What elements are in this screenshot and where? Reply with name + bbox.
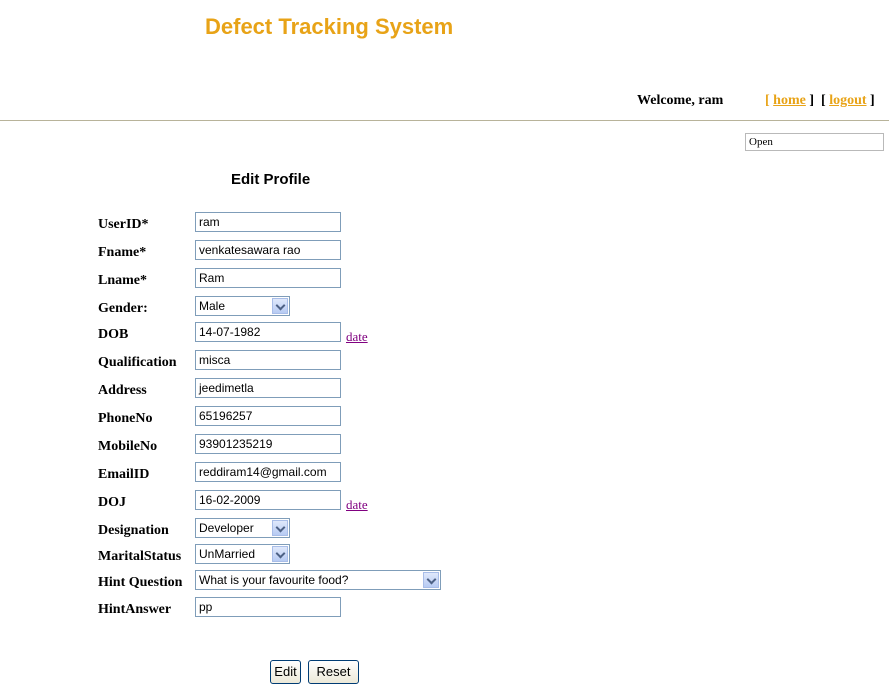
home-link[interactable]: home bbox=[773, 93, 806, 108]
address-input[interactable]: jeedimetla bbox=[195, 378, 341, 398]
form-row-qualification: Qualification misca bbox=[0, 350, 895, 374]
mobile-label: MobileNo bbox=[98, 439, 158, 454]
form-row-mobile: MobileNo 93901235219 bbox=[0, 434, 895, 458]
welcome-text: Welcome, ram bbox=[637, 93, 724, 108]
welcome-bar: Welcome, ram [ home ] [ logout ] bbox=[0, 92, 889, 112]
chevron-down-icon[interactable] bbox=[272, 546, 288, 562]
email-label: EmailID bbox=[98, 467, 150, 482]
dob-label: DOB bbox=[98, 327, 129, 342]
bracket-open: [ bbox=[765, 93, 770, 108]
form-row-hint-question: Hint Question What is your favourite foo… bbox=[0, 570, 895, 594]
doj-label: DOJ bbox=[98, 495, 126, 510]
designation-select[interactable]: Developer bbox=[195, 518, 290, 538]
fname-input[interactable]: venkatesawara rao bbox=[195, 240, 341, 260]
page-title: Edit Profile bbox=[231, 171, 311, 188]
gender-select[interactable]: Male bbox=[195, 296, 290, 316]
form-row-hint-answer: HintAnswer pp bbox=[0, 597, 895, 621]
doj-input[interactable]: 16-02-2009 bbox=[195, 490, 341, 510]
app-title: Defect Tracking System bbox=[205, 14, 454, 39]
bracket-close: ] bbox=[809, 93, 815, 108]
logout-link[interactable]: logout bbox=[829, 93, 866, 108]
marital-select[interactable]: UnMarried bbox=[195, 544, 290, 564]
form-row-dob: DOB 14-07-1982 date bbox=[0, 322, 895, 346]
gender-label: Gender: bbox=[98, 301, 148, 316]
hint-answer-label: HintAnswer bbox=[98, 602, 172, 617]
hint-question-select[interactable]: What is your favourite food? bbox=[195, 570, 441, 590]
form-row-gender: Gender: Male bbox=[0, 296, 895, 320]
fname-label: Fname* bbox=[98, 245, 147, 260]
gender-select-value: Male bbox=[199, 299, 226, 313]
bracket-close: ] bbox=[870, 93, 875, 108]
status-field[interactable]: Open bbox=[745, 133, 884, 151]
userid-label: UserID* bbox=[98, 217, 149, 232]
address-label: Address bbox=[98, 383, 147, 398]
hint-answer-input[interactable]: pp bbox=[195, 597, 341, 617]
form-row-marital: MaritalStatus UnMarried bbox=[0, 544, 895, 568]
form-row-lname: Lname* Ram bbox=[0, 268, 895, 292]
edit-button[interactable]: Edit bbox=[270, 660, 301, 684]
form-row-address: Address jeedimetla bbox=[0, 378, 895, 402]
designation-label: Designation bbox=[98, 523, 169, 538]
header-divider bbox=[0, 120, 889, 121]
lname-label: Lname* bbox=[98, 273, 147, 288]
form-row-email: EmailID reddiram14@gmail.com bbox=[0, 462, 895, 486]
lname-input[interactable]: Ram bbox=[195, 268, 341, 288]
chevron-down-icon[interactable] bbox=[272, 298, 288, 314]
marital-label: MaritalStatus bbox=[98, 549, 182, 564]
hint-question-select-value: What is your favourite food? bbox=[199, 573, 349, 587]
form-row-doj: DOJ 16-02-2009 date bbox=[0, 490, 895, 514]
qualification-input[interactable]: misca bbox=[195, 350, 341, 370]
email-input[interactable]: reddiram14@gmail.com bbox=[195, 462, 341, 482]
mobile-input[interactable]: 93901235219 bbox=[195, 434, 341, 454]
hint-question-label: Hint Question bbox=[98, 575, 183, 590]
nav-links: [ home ] [ logout ] bbox=[765, 93, 875, 109]
designation-select-value: Developer bbox=[199, 521, 254, 535]
form-row-fname: Fname* venkatesawara rao bbox=[0, 240, 895, 264]
form-row-phone: PhoneNo 65196257 bbox=[0, 406, 895, 430]
dob-input[interactable]: 14-07-1982 bbox=[195, 322, 341, 342]
reset-button[interactable]: Reset bbox=[308, 660, 359, 684]
chevron-down-icon[interactable] bbox=[272, 520, 288, 536]
phone-label: PhoneNo bbox=[98, 411, 153, 426]
form-row-userid: UserID* ram bbox=[0, 212, 895, 236]
form-row-designation: Designation Developer bbox=[0, 518, 895, 542]
marital-select-value: UnMarried bbox=[199, 547, 256, 561]
bracket-open: [ bbox=[821, 93, 826, 108]
userid-input[interactable]: ram bbox=[195, 212, 341, 232]
doj-date-link[interactable]: date bbox=[346, 497, 368, 513]
qualification-label: Qualification bbox=[98, 355, 177, 370]
phone-input[interactable]: 65196257 bbox=[195, 406, 341, 426]
chevron-down-icon[interactable] bbox=[423, 572, 439, 588]
dob-date-link[interactable]: date bbox=[346, 329, 368, 345]
